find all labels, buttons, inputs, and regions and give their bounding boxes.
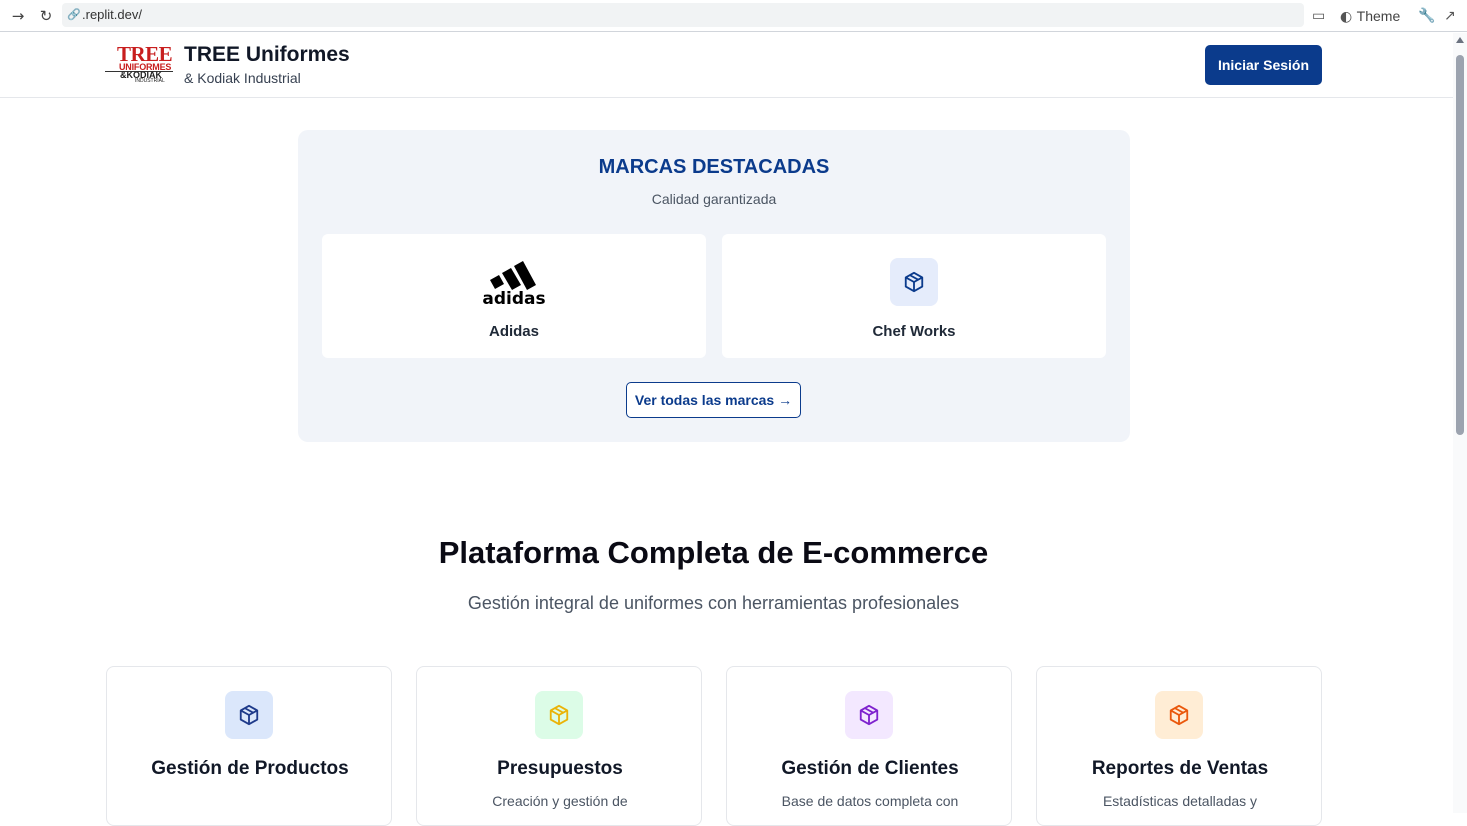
url-text: .replit.dev/ <box>82 7 142 22</box>
brand-subtitle: & Kodiak Industrial <box>184 70 301 86</box>
brands-subtitle: Calidad garantizada <box>651 191 777 207</box>
feature-card-reports[interactable]: Reportes de Ventas Estadísticas detallad… <box>1036 666 1322 826</box>
devices-icon[interactable]: ▭ <box>1312 6 1325 26</box>
site-header: TREE UNIFORMES &KODIAK INDUSTRIAL TREE U… <box>0 33 1453 98</box>
feature-description: Creación y gestión de <box>492 793 628 809</box>
platform-subtitle: Gestión integral de uniformes con herram… <box>467 593 960 613</box>
feature-title: Reportes de Ventas <box>1091 758 1269 779</box>
palette-icon: ◐ <box>1340 9 1353 25</box>
company-logo[interactable]: TREE UNIFORMES &KODIAK INDUSTRIAL <box>105 43 175 87</box>
svg-text:adidas: adidas <box>482 289 545 306</box>
package-icon <box>890 258 938 306</box>
logo-text-industrial: INDUSTRIAL <box>135 78 165 84</box>
theme-button[interactable]: ◐ Theme <box>1340 6 1400 26</box>
scroll-up-arrow[interactable] <box>1456 37 1464 43</box>
link-icon: 🔗 <box>67 8 81 21</box>
login-button[interactable]: Iniciar Sesión <box>1205 45 1322 85</box>
external-link-icon[interactable]: ↗ <box>1444 6 1456 26</box>
page-scrollbar[interactable] <box>1453 33 1467 813</box>
brands-title: MARCAS DESTACADAS <box>598 156 830 178</box>
box-icon <box>845 691 893 739</box>
box-icon <box>1155 691 1203 739</box>
feature-description: Estadísticas detalladas y <box>1102 793 1258 809</box>
brand-card-chef-works[interactable]: Chef Works <box>722 234 1106 358</box>
brand-name: TREE Uniformes <box>184 43 350 66</box>
view-all-brands-button[interactable]: Ver todas las marcas → <box>626 382 801 418</box>
brand-name-chef-works: Chef Works <box>872 323 956 340</box>
reload-icon[interactable]: ↻ <box>36 6 56 26</box>
box-icon <box>225 691 273 739</box>
theme-label: Theme <box>1356 8 1401 24</box>
feature-card-clients[interactable]: Gestión de Clientes Base de datos comple… <box>726 666 1012 826</box>
adidas-logo-icon: adidas <box>482 261 546 306</box>
forward-icon[interactable]: → <box>8 6 28 26</box>
platform-title: Plataforma Completa de E-commerce <box>438 535 989 570</box>
brand-name-adidas: Adidas <box>488 323 539 340</box>
box-icon <box>535 691 583 739</box>
browser-toolbar: → ↻ 🔗 .replit.dev/ ▭ ◐ Theme 🔧 ↗ <box>0 0 1467 32</box>
feature-card-products[interactable]: Gestión de Productos <box>106 666 392 826</box>
feature-title: Gestión de Clientes <box>781 758 959 779</box>
feature-title: Gestión de Productos <box>151 758 349 779</box>
feature-title: Presupuestos <box>497 758 623 779</box>
feature-card-quotes[interactable]: Presupuestos Creación y gestión de <box>416 666 702 826</box>
brand-card-adidas[interactable]: adidas Adidas <box>322 234 706 358</box>
featured-brands-panel: MARCAS DESTACADAS Calidad garantizada ad… <box>298 130 1130 442</box>
wrench-icon[interactable]: 🔧 <box>1418 6 1435 26</box>
scroll-thumb[interactable] <box>1456 55 1464 435</box>
feature-description: Base de datos completa con <box>781 793 959 809</box>
address-bar[interactable]: 🔗 .replit.dev/ <box>62 3 1304 27</box>
